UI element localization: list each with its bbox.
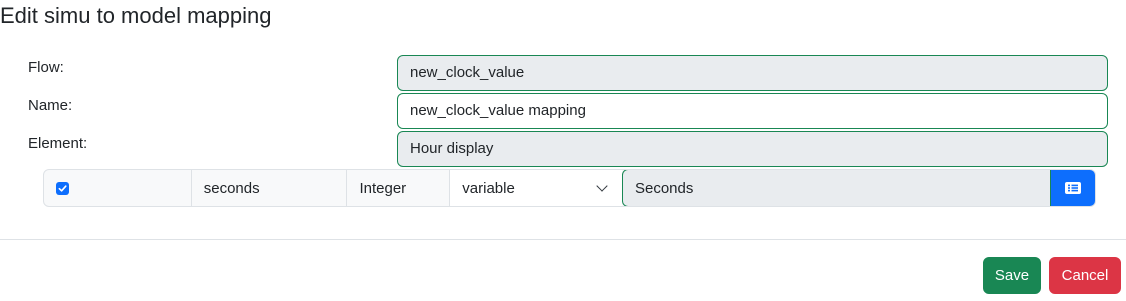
save-button[interactable]: Save — [983, 257, 1041, 294]
flow-label: Flow: — [28, 59, 64, 76]
name-label: Name: — [28, 97, 73, 114]
dialog-title: Edit simu to model mapping — [0, 3, 272, 28]
element-label: Element: — [28, 135, 88, 152]
element-field: Hour display — [397, 131, 1108, 167]
name-input[interactable]: new_clock_value mapping — [397, 93, 1108, 129]
chevron-down-icon — [596, 180, 608, 192]
mapping-row: seconds Integer variable Seconds — [43, 169, 1096, 207]
footer-divider — [0, 239, 1126, 240]
mapping-kind-select[interactable]: variable — [450, 170, 622, 206]
mapping-name: seconds — [192, 170, 348, 206]
flow-field: new_clock_value — [397, 55, 1108, 91]
check-icon — [58, 184, 67, 192]
select-target-button[interactable] — [1051, 170, 1095, 206]
cancel-button[interactable]: Cancel — [1049, 257, 1121, 294]
mapping-checkbox-cell — [44, 170, 192, 206]
mapping-type: Integer — [347, 170, 451, 206]
list-icon — [1065, 182, 1082, 194]
edit-mapping-dialog: Edit simu to model mapping Flow: new_clo… — [0, 0, 1126, 301]
mapping-target-field: Seconds — [621, 170, 1052, 206]
mapping-kind-value: variable — [462, 179, 515, 197]
mapping-checkbox[interactable] — [56, 181, 69, 195]
